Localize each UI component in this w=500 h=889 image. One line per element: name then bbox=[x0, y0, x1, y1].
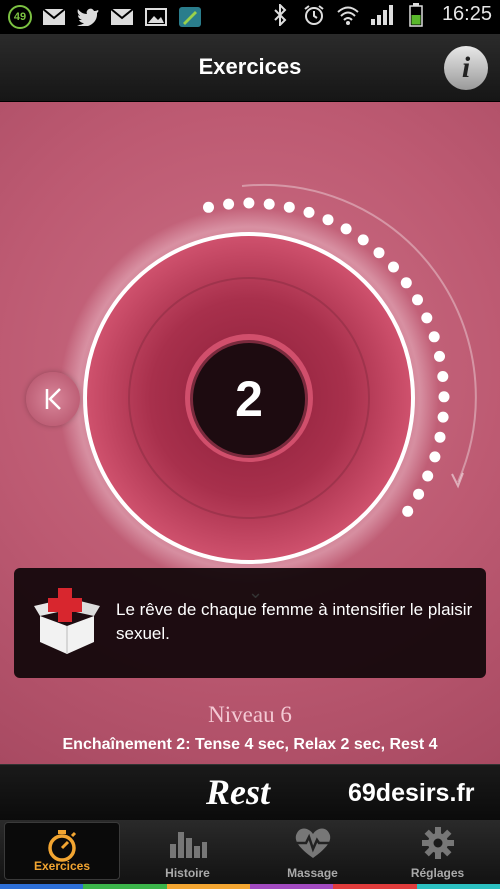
tab-exercices[interactable]: Exercices bbox=[4, 822, 120, 880]
progress-dot bbox=[322, 214, 334, 226]
alarm-icon bbox=[302, 4, 326, 26]
skip-back-icon bbox=[45, 388, 61, 410]
tab-histoire[interactable]: Histoire bbox=[125, 820, 250, 884]
progress-dot bbox=[357, 234, 369, 246]
gmail-icon bbox=[110, 6, 134, 28]
progress-dot bbox=[373, 247, 385, 259]
bottom-nav: Exercices Histoire Massage Réglages bbox=[0, 820, 500, 889]
bar-chart-icon bbox=[169, 832, 207, 858]
phase-label: Rest bbox=[206, 772, 271, 812]
notification-count-badge: 49 bbox=[8, 5, 32, 29]
tab-massage[interactable]: Massage bbox=[250, 820, 375, 884]
watermark: 69desirs.fr bbox=[348, 779, 475, 807]
twitter-icon bbox=[76, 6, 100, 28]
tab-reglages[interactable]: Réglages bbox=[375, 820, 500, 884]
stripe-segment bbox=[416, 884, 500, 889]
wifi-icon bbox=[336, 4, 360, 26]
tab-label: Histoire bbox=[165, 866, 210, 880]
gear-icon bbox=[421, 827, 454, 859]
progress-dot bbox=[412, 294, 423, 306]
progress-dot bbox=[402, 505, 414, 517]
tab-label: Réglages bbox=[410, 866, 465, 880]
stripe-segment bbox=[249, 884, 334, 889]
stopwatch-icon bbox=[48, 830, 77, 862]
exercise-area: 2 ⌄ Le rêve de chaque femme à intensifie… bbox=[0, 102, 500, 764]
image-icon bbox=[144, 6, 168, 28]
clock: 16:25 bbox=[441, 3, 492, 25]
bluetooth-icon bbox=[268, 3, 292, 26]
stripe-segment bbox=[333, 884, 417, 889]
tab-label: Exercices bbox=[33, 859, 91, 873]
progress-dot bbox=[429, 451, 441, 463]
progress-dot bbox=[400, 277, 412, 289]
progress-dot bbox=[263, 198, 275, 210]
progress-dot bbox=[303, 206, 315, 218]
stripe-segment bbox=[83, 884, 167, 889]
app-header: Exercices i bbox=[0, 34, 500, 102]
stripe-segment bbox=[166, 884, 250, 889]
gmail-icon bbox=[42, 6, 66, 28]
progress-dot bbox=[428, 331, 440, 343]
progress-dot bbox=[283, 201, 295, 213]
progress-dot bbox=[437, 371, 449, 382]
progress-dot bbox=[438, 391, 450, 403]
toast-message: Le rêve de chaque femme à intensifier le… bbox=[116, 600, 473, 643]
progress-dot bbox=[434, 350, 445, 362]
tab-label: Massage bbox=[287, 866, 338, 880]
progress-dot bbox=[422, 470, 434, 482]
sequence-label: Enchaînement 2: Tense 4 sec, Relax 2 sec… bbox=[62, 736, 438, 753]
color-stripe bbox=[0, 884, 500, 889]
level-label: Niveau 6 bbox=[208, 702, 292, 727]
progress-dot bbox=[421, 312, 433, 324]
progress-dot bbox=[413, 488, 425, 500]
app-icon bbox=[178, 6, 202, 28]
info-toast: ⌄ Le rêve de chaque femme à intensifier … bbox=[14, 568, 486, 678]
info-button[interactable]: i bbox=[444, 46, 488, 90]
page-title: Exercices bbox=[198, 54, 302, 79]
progress-dot bbox=[223, 198, 235, 210]
heart-pulse-icon bbox=[295, 828, 330, 858]
progress-dot bbox=[340, 223, 352, 235]
progress-dot bbox=[434, 431, 446, 443]
stripe-segment bbox=[0, 884, 84, 889]
progress-dot bbox=[203, 201, 214, 213]
back-button[interactable] bbox=[26, 372, 80, 426]
progress-dot bbox=[437, 411, 449, 423]
phase-bar: Rest 69desirs.fr bbox=[0, 764, 500, 820]
status-bar: 49 16:25 bbox=[0, 0, 500, 34]
gift-box-icon bbox=[34, 588, 100, 654]
progress-dot bbox=[388, 261, 399, 273]
battery-icon bbox=[404, 2, 428, 27]
progress-dot bbox=[243, 197, 255, 209]
signal-icon bbox=[370, 4, 394, 26]
repetition-counter: 2 bbox=[190, 340, 308, 458]
progress-arrow bbox=[451, 472, 464, 489]
